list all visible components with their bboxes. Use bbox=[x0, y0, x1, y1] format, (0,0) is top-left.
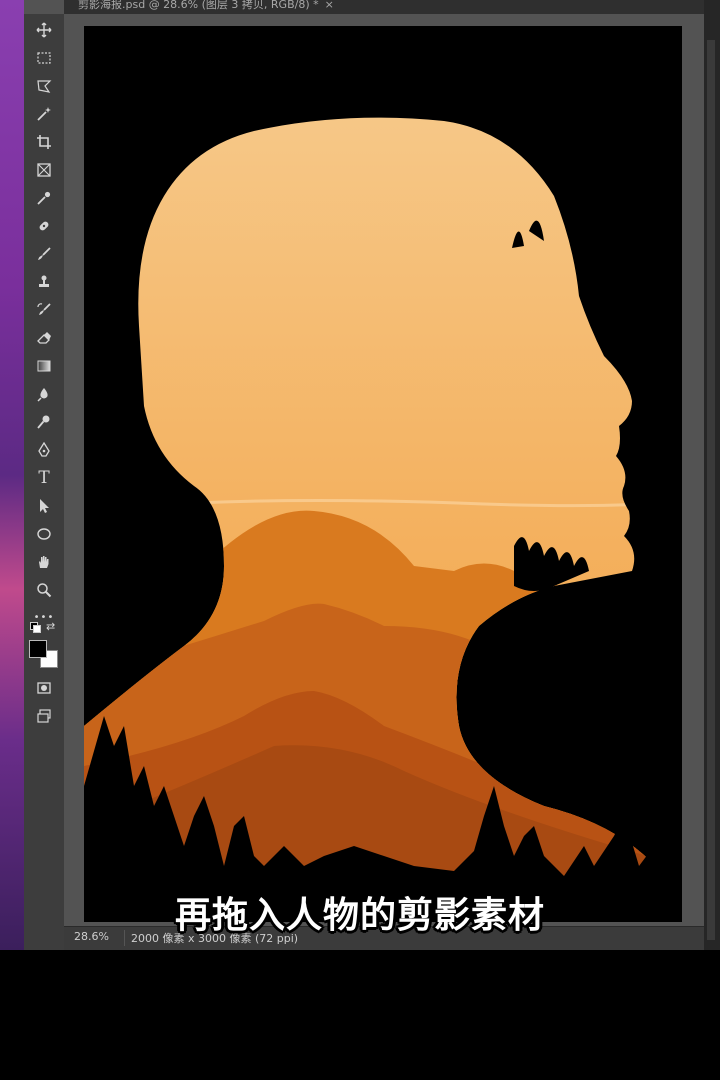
foreground-color-swatch[interactable] bbox=[29, 640, 47, 658]
video-letterbox bbox=[0, 950, 720, 1080]
clone-stamp-tool-icon[interactable] bbox=[32, 270, 56, 294]
ellipse-tool-icon[interactable] bbox=[32, 522, 56, 546]
crop-tool-icon[interactable] bbox=[32, 130, 56, 154]
tools-panel: T ••• ⇄ bbox=[24, 14, 65, 950]
video-subtitle: 再拖入人物的剪影素材 bbox=[174, 895, 545, 936]
brush-tool-icon[interactable] bbox=[32, 242, 56, 266]
dodge-tool-icon[interactable] bbox=[32, 410, 56, 434]
right-panel-edge bbox=[704, 0, 720, 950]
eraser-tool-icon[interactable] bbox=[32, 326, 56, 350]
path-selection-tool-icon[interactable] bbox=[32, 494, 56, 518]
pen-tool-icon[interactable] bbox=[32, 438, 56, 462]
default-colors-icon[interactable] bbox=[30, 622, 41, 633]
healing-brush-tool-icon[interactable] bbox=[32, 214, 56, 238]
gradient-tool-icon[interactable] bbox=[32, 354, 56, 378]
zoom-tool-icon[interactable] bbox=[32, 578, 56, 602]
magic-wand-tool-icon[interactable] bbox=[32, 102, 56, 126]
photoshop-window: 剪影海报.psd @ 28.6% (图层 3 拷贝, RGB/8) * × T … bbox=[0, 0, 720, 950]
document-tab[interactable]: 剪影海报.psd @ 28.6% (图层 3 拷贝, RGB/8) * × bbox=[78, 0, 334, 12]
silhouette-artwork bbox=[84, 26, 682, 922]
desktop-background-strip bbox=[0, 0, 24, 950]
document-canvas[interactable] bbox=[84, 26, 682, 922]
history-brush-tool-icon[interactable] bbox=[32, 298, 56, 322]
lasso-tool-icon[interactable] bbox=[32, 74, 56, 98]
swap-colors-icon[interactable]: ⇄ bbox=[46, 620, 55, 633]
vertical-scrollbar[interactable] bbox=[707, 40, 715, 940]
screen-mode-icon[interactable] bbox=[32, 704, 56, 728]
move-tool-icon[interactable] bbox=[32, 18, 56, 42]
blur-tool-icon[interactable] bbox=[32, 382, 56, 406]
marquee-tool-icon[interactable] bbox=[32, 46, 56, 70]
type-tool-icon[interactable]: T bbox=[32, 466, 56, 490]
quick-mask-icon[interactable] bbox=[32, 676, 56, 700]
frame-tool-icon[interactable] bbox=[32, 158, 56, 182]
eyedropper-tool-icon[interactable] bbox=[32, 186, 56, 210]
close-tab-icon[interactable]: × bbox=[325, 0, 334, 11]
hand-tool-icon[interactable] bbox=[32, 550, 56, 574]
document-tab-title: 剪影海报.psd @ 28.6% (图层 3 拷贝, RGB/8) * bbox=[78, 0, 319, 11]
document-tab-bar: 剪影海报.psd @ 28.6% (图层 3 拷贝, RGB/8) * × bbox=[64, 0, 720, 14]
